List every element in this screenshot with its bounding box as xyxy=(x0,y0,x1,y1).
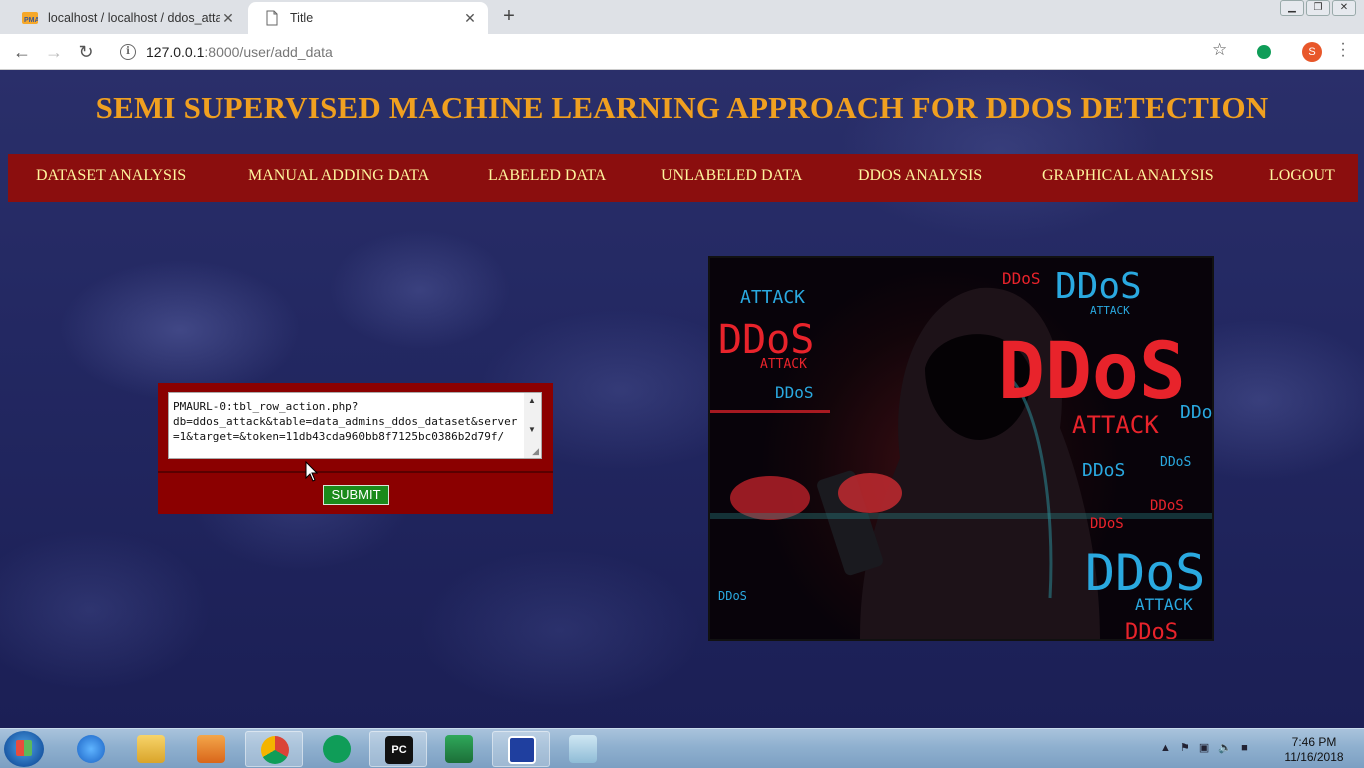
internet-explorer-icon xyxy=(77,735,105,763)
add-data-form: PMAURL-0:tbl_row_action.php? db=ddos_att… xyxy=(158,383,553,514)
profile-avatar[interactable]: S xyxy=(1302,42,1322,62)
attack-text: ATTACK xyxy=(1072,411,1159,439)
ddos-small-red: DDoS xyxy=(1002,269,1041,288)
hacker-illustration: DDoS ATTACK DDoS ATTACK DDoS DDoS ATTACK… xyxy=(710,266,1212,639)
notepad-icon xyxy=(569,735,597,763)
forward-arrow-icon[interactable]: → xyxy=(42,40,66,64)
main-nav: DATASET ANALYSIS MANUAL ADDING DATA LABE… xyxy=(8,154,1358,202)
page-title: SEMI SUPERVISED MACHINE LEARNING APPROAC… xyxy=(95,90,1269,125)
tab-title: localhost / localhost / ddos_attac xyxy=(48,11,220,25)
attack-blue-left: ATTACK xyxy=(740,287,805,308)
taskbar-app-blue[interactable] xyxy=(492,731,550,767)
address-bar[interactable]: i 127.0.0.1:8000/user/add_data xyxy=(108,38,1248,66)
taskbar-excel[interactable] xyxy=(430,731,488,767)
pycharm-icon: PC xyxy=(385,736,413,764)
language-icon[interactable]: ■ xyxy=(1241,742,1248,754)
ddos-blue-tiny: DDoS xyxy=(1160,455,1191,470)
tab-title: Title xyxy=(290,11,314,25)
system-tray: ▲ ⚑ ▣ 🔈 ■ xyxy=(1160,741,1248,754)
clock-time: 7:46 PM xyxy=(1291,735,1337,749)
nav-unlabeled-data[interactable]: UNLABELED DATA xyxy=(661,167,802,185)
nav-dataset-analysis[interactable]: DATASET ANALYSIS xyxy=(36,167,186,185)
textarea-value: PMAURL-0:tbl_row_action.php? db=ddos_att… xyxy=(173,400,518,443)
taskbar-notepad[interactable] xyxy=(554,731,612,767)
ddos-blue-right: DDoS xyxy=(1180,402,1212,423)
mouse-cursor-icon xyxy=(305,461,319,482)
glitch-line-red xyxy=(710,410,830,413)
info-icon[interactable]: i xyxy=(120,44,136,60)
media-player-icon xyxy=(197,735,225,763)
ddos-blue-bottom: DDoS xyxy=(1085,544,1205,602)
taskbar-media-player[interactable] xyxy=(182,731,240,767)
ddos-blue-bottom-left: DDoS xyxy=(718,589,747,603)
page-icon xyxy=(266,10,278,26)
url-text: 127.0.0.1:8000/user/add_data xyxy=(146,44,333,60)
browser-menu-icon[interactable]: · · · xyxy=(1338,36,1348,64)
reload-icon[interactable]: ↻ xyxy=(74,40,98,64)
data-textarea[interactable]: PMAURL-0:tbl_row_action.php? db=ddos_att… xyxy=(168,392,542,459)
ddos-red-small-right: DDoS xyxy=(1150,498,1184,514)
scroll-up-icon[interactable]: ▲ xyxy=(528,396,536,405)
windows-logo-icon xyxy=(16,740,32,756)
ddos-big-text: DDoS xyxy=(998,327,1186,417)
submit-button[interactable]: SUBMIT xyxy=(323,485,389,505)
nav-labeled-data[interactable]: LABELED DATA xyxy=(488,167,606,185)
ddos-blue-mid: DDoS xyxy=(1082,460,1125,481)
app-window-icon xyxy=(508,736,536,764)
chrome-icon xyxy=(261,736,289,764)
nav-graphical-analysis[interactable]: GRAPHICAL ANALYSIS xyxy=(1042,167,1214,185)
network-icon[interactable]: ▣ xyxy=(1199,742,1209,754)
extension-icon[interactable] xyxy=(1257,45,1271,59)
svg-text:PMA: PMA xyxy=(24,17,38,24)
taskbar-hangouts[interactable] xyxy=(308,731,366,767)
window-close-button[interactable]: ✕ xyxy=(1332,0,1356,16)
new-tab-button[interactable]: + xyxy=(498,6,520,28)
start-button[interactable] xyxy=(4,731,44,767)
resize-grip-icon[interactable]: ◢ xyxy=(532,446,539,457)
windows-taskbar: PC ▲ ⚑ ▣ 🔈 ■ 7:46 PM 11/16/2018 xyxy=(0,728,1364,768)
taskbar-explorer[interactable] xyxy=(122,731,180,767)
taskbar-clock[interactable]: 7:46 PM 11/16/2018 xyxy=(1284,735,1344,765)
nav-ddos-analysis[interactable]: DDOS ANALYSIS xyxy=(858,167,982,185)
bookmark-star-icon[interactable]: ☆ xyxy=(1212,40,1227,60)
form-divider xyxy=(158,471,553,473)
taskbar-chrome[interactable] xyxy=(245,731,303,767)
tab-phpmyadmin[interactable]: PMA localhost / localhost / ddos_attac ✕ xyxy=(6,2,246,34)
window-controls: ▁ ❐ ✕ xyxy=(1280,0,1356,18)
ddos-red-bottom: DDoS xyxy=(1125,620,1178,639)
url-path: :8000/user/add_data xyxy=(204,44,333,60)
right-hand xyxy=(838,473,902,513)
back-arrow-icon[interactable]: ← xyxy=(10,40,34,64)
taskbar-ie[interactable] xyxy=(62,731,120,767)
attack-blue-top: ATTACK xyxy=(1090,304,1130,317)
minimize-button[interactable]: ▁ xyxy=(1280,0,1304,16)
folder-icon xyxy=(137,735,165,763)
ddos-red-glitch: DDoS xyxy=(1090,516,1124,532)
attack-blue-bottom: ATTACK xyxy=(1135,595,1193,614)
ddos-blue-top: DDoS xyxy=(1055,266,1142,307)
nav-logout[interactable]: LOGOUT xyxy=(1269,167,1335,185)
close-icon[interactable]: ✕ xyxy=(462,10,478,27)
tab-title-page[interactable]: Title ✕ xyxy=(248,2,488,34)
close-icon[interactable]: ✕ xyxy=(220,10,236,27)
tray-expand-icon[interactable]: ▲ xyxy=(1160,742,1171,754)
ddos-attack-image: DDoS ATTACK DDoS ATTACK DDoS DDoS ATTACK… xyxy=(708,256,1214,641)
ddos-blue-left: DDoS xyxy=(775,383,814,402)
maximize-button[interactable]: ❐ xyxy=(1306,0,1330,16)
page-body: SEMI SUPERVISED MACHINE LEARNING APPROAC… xyxy=(0,70,1364,728)
browser-toolbar: ← → ↻ i 127.0.0.1:8000/user/add_data ☆ xyxy=(0,34,1364,70)
clock-date: 11/16/2018 xyxy=(1284,750,1344,764)
hangouts-icon xyxy=(323,735,351,763)
browser-tab-strip: PMA localhost / localhost / ddos_attac ✕… xyxy=(0,0,1364,34)
attack-left-red: ATTACK xyxy=(760,357,807,372)
volume-icon[interactable]: 🔈 xyxy=(1218,742,1232,754)
nav-manual-adding-data[interactable]: MANUAL ADDING DATA xyxy=(248,167,429,185)
url-host: 127.0.0.1 xyxy=(146,44,205,60)
scroll-down-icon[interactable]: ▼ xyxy=(528,425,536,434)
taskbar-pycharm[interactable]: PC xyxy=(369,731,427,767)
action-center-icon[interactable]: ⚑ xyxy=(1180,742,1190,754)
excel-icon xyxy=(445,735,473,763)
glitch-line xyxy=(710,513,1212,519)
phpmyadmin-icon: PMA xyxy=(22,12,38,24)
